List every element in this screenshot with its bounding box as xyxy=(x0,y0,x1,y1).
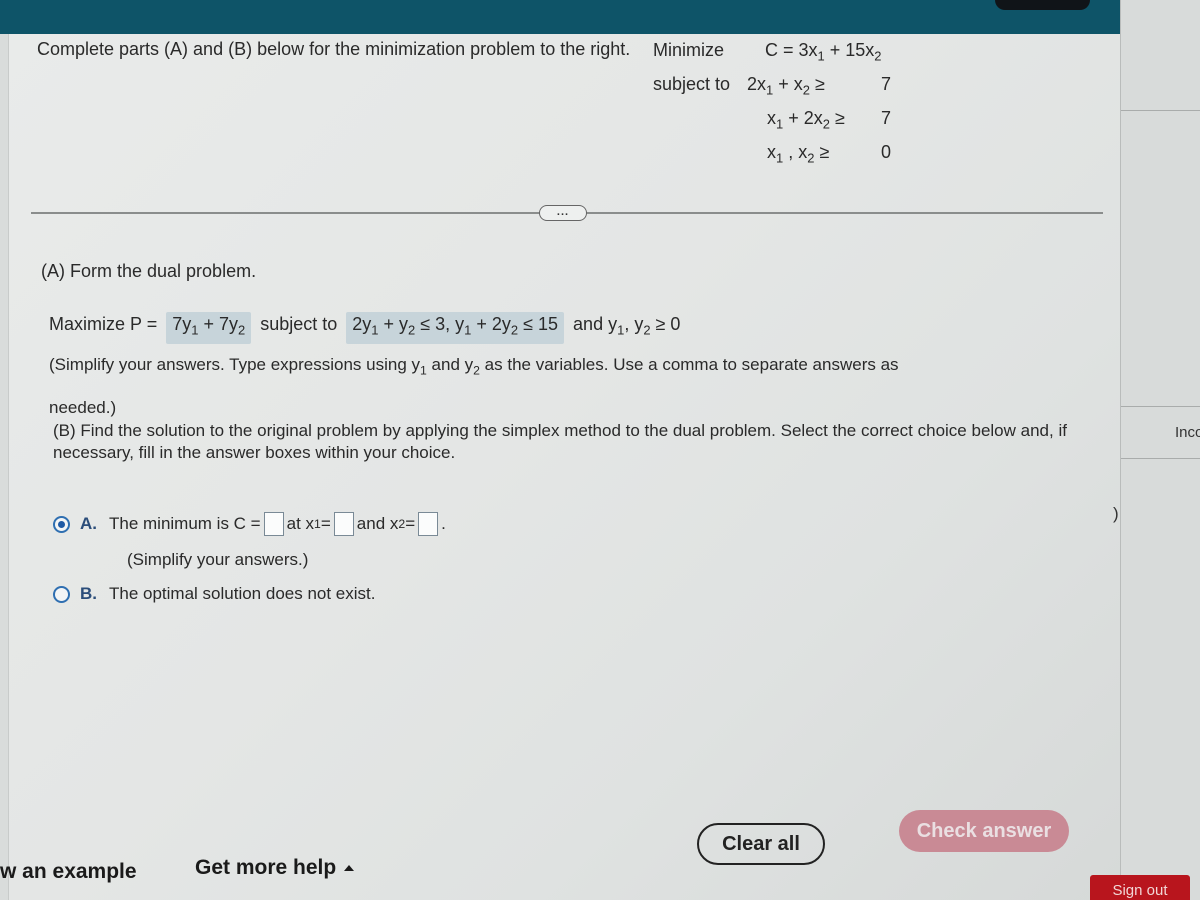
choice-b-letter: B. xyxy=(80,584,97,603)
dual-problem-line: Maximize P = 7y1 + 7y2 subject to 2y1 + … xyxy=(49,312,680,344)
part-b-prompt: (B) Find the solution to the original pr… xyxy=(53,421,1067,462)
top-bar xyxy=(0,0,1120,34)
right-panel-divider xyxy=(1121,110,1200,111)
constraint-2-rhs: 7 xyxy=(881,108,892,128)
answer-box-x2[interactable] xyxy=(418,512,439,536)
radio-choice-b[interactable] xyxy=(53,585,70,603)
minimize-label: Minimize xyxy=(653,40,725,60)
subject-to-label: subject to xyxy=(653,74,731,94)
radio-choice-a[interactable] xyxy=(53,515,70,533)
right-panel-label[interactable]: Inco xyxy=(1175,424,1200,441)
question-panel: Complete parts (A) and (B) below for the… xyxy=(8,34,1120,900)
dual-nonnegativity: and y1, y2 ≥ 0 xyxy=(573,314,681,338)
maximize-label: Maximize P = xyxy=(49,314,158,334)
right-panel: Inco xyxy=(1120,0,1200,900)
expand-more-button[interactable]: ... xyxy=(539,205,587,221)
choice-a-letter: A. xyxy=(80,514,97,533)
constraint-1-rhs: 7 xyxy=(881,74,892,94)
camera-notch xyxy=(995,0,1090,10)
right-panel-divider xyxy=(1121,406,1200,407)
primal-problem: Minimize C = 3x1 + 15x2 subject to 2x1 +… xyxy=(653,40,913,176)
check-answer-button[interactable]: Check answer xyxy=(899,810,1069,852)
constraint-2: x1 + 2x2 ≥ xyxy=(767,108,845,132)
constraint-nonneg: x1 , x2 ≥ xyxy=(767,142,830,166)
dual-objective-answer[interactable]: 7y1 + 7y2 xyxy=(166,312,252,344)
sign-out-button[interactable]: Sign out xyxy=(1090,875,1190,900)
part-a-title: (A) Form the dual problem. xyxy=(41,261,257,281)
side-paren: ) xyxy=(1113,504,1119,523)
choice-a-note: (Simplify your answers.) xyxy=(127,550,309,569)
right-panel-divider xyxy=(1121,458,1200,459)
part-a-instruction: (Simplify your answers. Type expressions… xyxy=(49,355,899,418)
objective-function: C = 3x1 + 15x2 xyxy=(765,40,882,64)
get-more-help-link[interactable]: Get more help xyxy=(195,856,355,880)
constraint-nonneg-rhs: 0 xyxy=(881,142,892,162)
answer-box-x1[interactable] xyxy=(333,512,354,536)
choice-b[interactable]: B. The optimal solution does not exist. xyxy=(53,584,375,604)
dual-subject-to-label: subject to xyxy=(260,314,338,334)
caret-up-icon xyxy=(344,865,355,872)
dual-constraints-answer[interactable]: 2y1 + y2 ≤ 3, y1 + 2y2 ≤ 15 xyxy=(346,312,565,344)
choice-a[interactable]: A. The minimum is C = at x1 = and x2 = . xyxy=(53,512,446,536)
clear-all-button[interactable]: Clear all xyxy=(697,823,825,865)
constraint-1: 2x1 + x2 ≥ xyxy=(747,74,825,98)
view-example-link[interactable]: w an example xyxy=(0,860,137,884)
question-intro: Complete parts (A) and (B) below for the… xyxy=(37,39,631,59)
answer-box-c[interactable] xyxy=(263,512,284,536)
